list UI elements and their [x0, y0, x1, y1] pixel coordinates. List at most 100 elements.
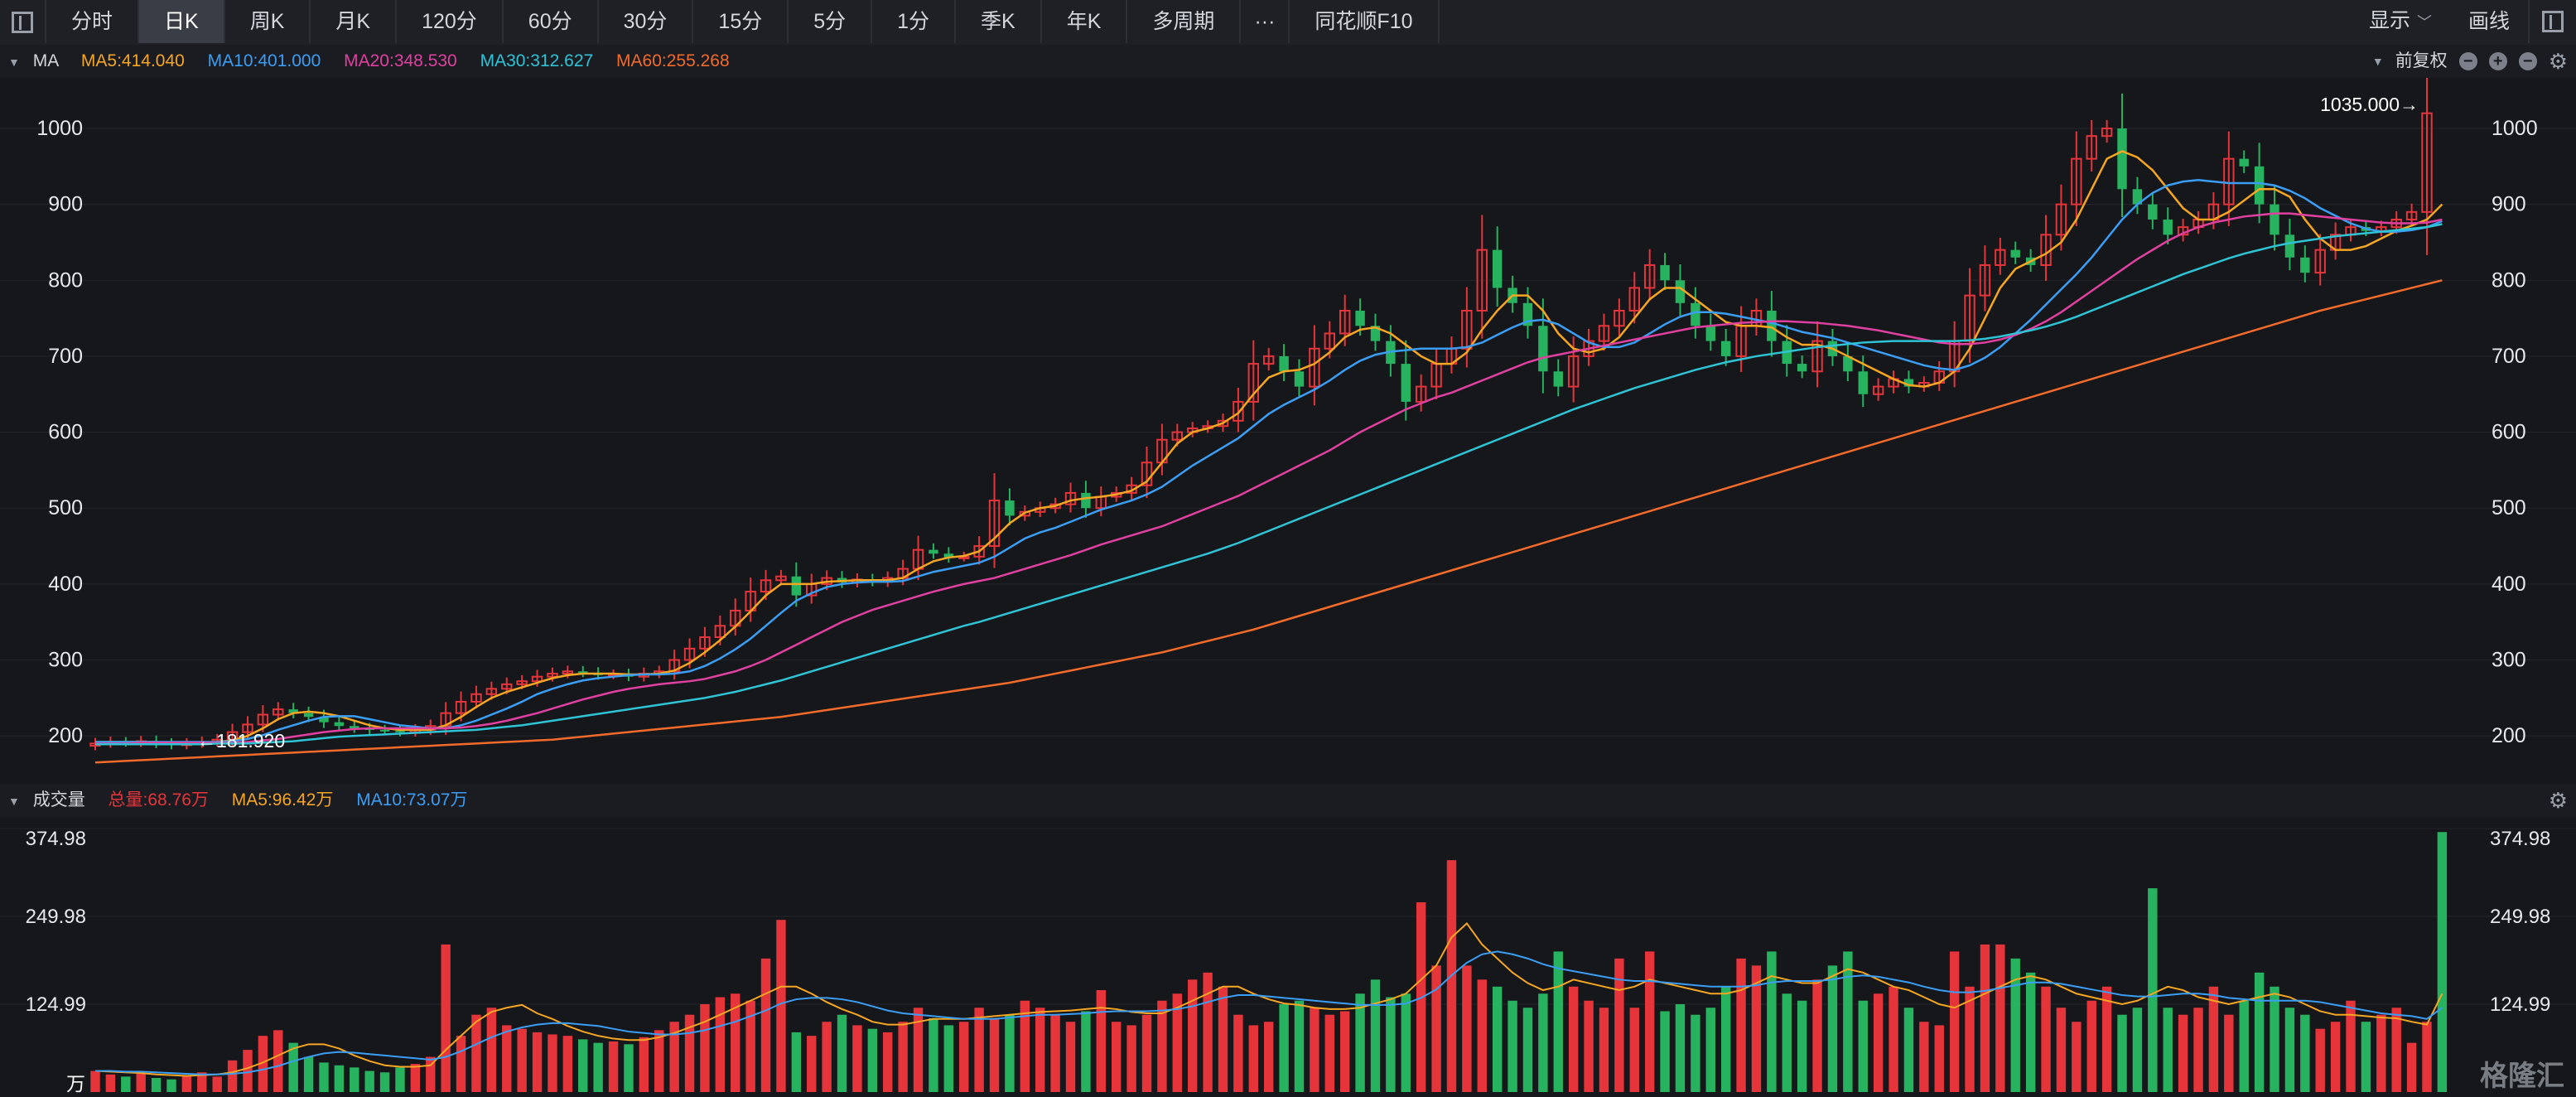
volume-tick-label-right: 374.98: [2490, 828, 2550, 850]
volume-bar: [2041, 986, 2051, 1092]
volume-bar: [1462, 965, 1472, 1092]
candle-body: [379, 729, 390, 732]
chevron-down-icon: ﹀: [2416, 14, 2432, 31]
tab-5min[interactable]: 5分: [789, 0, 873, 43]
layout-toggle-button[interactable]: [2528, 0, 2576, 43]
volume-bar: [2391, 1008, 2401, 1092]
candle-body: [1538, 326, 1548, 372]
candle-body: [334, 722, 345, 727]
candle-body: [1492, 249, 1503, 288]
volume-bar: [700, 1003, 710, 1092]
volume-bar: [1980, 944, 1990, 1092]
tab-quarterly-k[interactable]: 季K: [956, 0, 1042, 43]
volume-bar: [2208, 986, 2219, 1092]
volume-bar: [807, 1036, 817, 1092]
f10-button[interactable]: 同花顺F10: [1290, 0, 1440, 43]
volume-bar: [517, 1028, 527, 1092]
minus-circle-icon[interactable]: −: [2458, 52, 2477, 70]
price-indicator-header: ▼ MA MA5:414.040 MA10:401.000 MA20:348.5…: [0, 45, 2576, 78]
right-tools: 显示 ﹀ 画线: [2351, 0, 2576, 43]
volume-bar: [1477, 979, 1487, 1092]
volume-indicator-header: ▼ 成交量 总量:68.76万 MA5:96.42万 MA10:73.07万 ⚙: [0, 784, 2576, 817]
volume-bar: [1843, 951, 1853, 1092]
volume-bar: [2193, 1008, 2203, 1092]
collapse-caret-icon[interactable]: ▼: [8, 795, 20, 808]
volume-bar: [1522, 1008, 1533, 1092]
volume-bar: [1644, 951, 1655, 1092]
volume-bar: [1005, 1014, 1015, 1092]
y-tick-label-left: 200: [48, 724, 83, 747]
y-tick-label-left: 700: [48, 345, 83, 368]
volume-bar: [1599, 1008, 1609, 1092]
tab-weekly-k[interactable]: 周K: [225, 0, 311, 43]
volume-bar: [760, 958, 771, 1092]
candle-body: [791, 576, 802, 596]
tab-1min[interactable]: 1分: [872, 0, 957, 43]
panel-toggle-button[interactable]: [0, 0, 46, 43]
tab-60min[interactable]: 60分: [504, 0, 599, 43]
collapse-caret-icon[interactable]: ▼: [8, 56, 20, 69]
gear-icon[interactable]: ⚙: [2549, 784, 2568, 817]
adjust-dropdown[interactable]: 前复权: [2395, 45, 2448, 78]
volume-bar: [410, 1064, 421, 1092]
volume-bar: [852, 1025, 862, 1092]
volume-bar: [639, 1037, 649, 1092]
candle-body: [1720, 341, 1731, 356]
candle-body: [1675, 280, 1686, 303]
volume-bar: [1065, 1022, 1076, 1092]
volume-bar: [2284, 1008, 2295, 1092]
gear-icon[interactable]: ⚙: [2549, 45, 2568, 78]
volume-bar: [883, 1032, 893, 1092]
volume-bar: [1873, 993, 1884, 1092]
candle-body: [1767, 310, 1777, 341]
volume-bar: [1858, 1000, 1868, 1092]
volume-bar: [898, 1022, 908, 1092]
price-chart[interactable]: 200 200 300 300 400 400 500 500 600 600 700 700 800 8…: [0, 78, 2576, 782]
volume-bar: [2101, 986, 2112, 1092]
candle-body: [2254, 166, 2265, 205]
volume-bar: [837, 1014, 847, 1092]
tab-daily-k[interactable]: 日K: [139, 0, 225, 43]
ma20-value: MA20:348.530: [344, 51, 457, 70]
ma-indicator-label[interactable]: MA: [33, 51, 58, 70]
tab-monthly-k[interactable]: 月K: [311, 0, 398, 43]
tab-yearly-k[interactable]: 年K: [1042, 0, 1128, 43]
price-panel-controls: ▼ 前复权 − + − ⚙: [2372, 45, 2568, 78]
volume-bar: [1081, 1011, 1091, 1092]
tab-15min[interactable]: 15分: [693, 0, 789, 43]
volume-bar: [1629, 1008, 1639, 1092]
y-tick-label-left: 500: [48, 496, 83, 520]
tab-30min[interactable]: 30分: [599, 0, 694, 43]
volume-bar: [593, 1042, 603, 1092]
tab-120min[interactable]: 120分: [397, 0, 504, 43]
draw-button[interactable]: 画线: [2450, 0, 2528, 43]
volume-bar: [1370, 979, 1381, 1092]
volume-bar: [2406, 1042, 2417, 1092]
volume-bar: [212, 1076, 222, 1092]
volume-bar: [989, 1017, 1000, 1092]
volume-tick-label-right: 249.98: [2490, 906, 2550, 928]
volume-bar: [2025, 972, 2036, 1092]
volume-bar: [2437, 832, 2448, 1092]
display-dropdown[interactable]: 显示 ﹀: [2351, 0, 2450, 44]
tab-intraday[interactable]: 分时: [46, 0, 140, 43]
volume-bar: [121, 1076, 131, 1092]
candle-body: [1005, 500, 1015, 516]
candle-body: [1858, 371, 1868, 394]
ma20-line: [95, 212, 2443, 745]
ma10-line: [95, 179, 2443, 743]
volume-bar: [1797, 1000, 1807, 1092]
volume-bar: [2361, 1022, 2371, 1092]
candle-body: [1660, 264, 1670, 281]
volume-indicator-label[interactable]: 成交量: [33, 790, 85, 809]
more-button[interactable]: ···: [1241, 0, 1290, 43]
volume-tick-label-left: 374.98: [26, 828, 86, 850]
volume-bar: [1492, 986, 1503, 1092]
volume-chart[interactable]: 124.99 124.99 249.98 249.98 374.98 374.98 万: [0, 817, 2576, 1097]
candle-body: [2284, 234, 2295, 258]
minus-circle-icon[interactable]: −: [2518, 52, 2537, 70]
plus-circle-icon[interactable]: +: [2488, 52, 2507, 70]
tab-multi-period[interactable]: 多周期: [1127, 0, 1242, 43]
volume-bar: [334, 1065, 345, 1092]
volume-ma10-value: MA10:73.07万: [356, 790, 468, 809]
